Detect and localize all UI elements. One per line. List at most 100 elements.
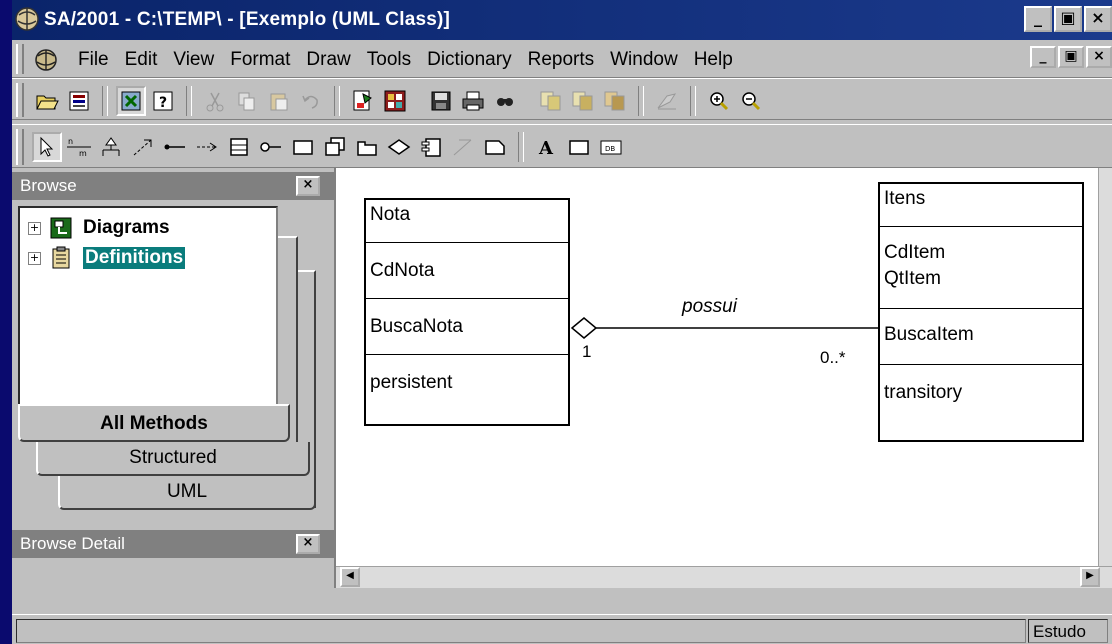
- copy-icon[interactable]: [232, 86, 262, 116]
- multi-object-tool-icon[interactable]: [320, 132, 350, 162]
- tree-label-diagrams: Diagrams: [83, 217, 170, 238]
- cut-icon[interactable]: [200, 86, 230, 116]
- target-multiplicity: 0..*: [820, 348, 846, 367]
- paste-special-icon[interactable]: [600, 86, 630, 116]
- association-name: possui: [682, 296, 737, 317]
- tree-label-definitions: Definitions: [83, 247, 186, 269]
- paste-symbol-icon[interactable]: [568, 86, 598, 116]
- print-icon[interactable]: [458, 86, 488, 116]
- svg-text:DB: DB: [605, 145, 615, 153]
- menu-draw[interactable]: Draw: [298, 49, 358, 71]
- rectangle-tool-icon[interactable]: [564, 132, 594, 162]
- browse-detail-header: Browse Detail ×: [12, 530, 334, 558]
- browse-tree: + Diagrams + Definitions: [18, 206, 278, 432]
- browse-detail-close-button[interactable]: ×: [296, 534, 320, 554]
- generalization-tool-icon[interactable]: [96, 132, 126, 162]
- dependency-tool-icon[interactable]: [128, 132, 158, 162]
- diagram-icon: [50, 217, 72, 239]
- app-logo-icon: [15, 7, 39, 31]
- vertical-scrollbar[interactable]: [1098, 168, 1112, 588]
- expand-definitions-button[interactable]: +: [28, 251, 41, 265]
- menu-window[interactable]: Window: [602, 49, 686, 71]
- tab-structured[interactable]: Structured: [36, 442, 310, 476]
- paste-icon[interactable]: [264, 86, 294, 116]
- status-user: Estudo: [1028, 619, 1108, 643]
- status-bar: Estudo: [12, 614, 1112, 644]
- browse-close-button[interactable]: ×: [296, 176, 320, 196]
- zoom-in-icon[interactable]: [704, 86, 734, 116]
- drawing-toolbar-grip[interactable]: [16, 129, 24, 165]
- title-bar[interactable]: SA/2001 - C:\TEMP\ - [Exemplo (UML Class…: [12, 0, 1112, 40]
- copy-symbol-icon[interactable]: [536, 86, 566, 116]
- save-icon[interactable]: [426, 86, 456, 116]
- source-multiplicity: 1: [582, 342, 592, 361]
- find-icon[interactable]: [490, 86, 520, 116]
- drawing-toolbar: nm A DB: [12, 124, 1112, 168]
- svg-text:m: m: [79, 149, 87, 158]
- application-window: SA/2001 - C:\TEMP\ - [Exemplo (UML Class…: [12, 0, 1112, 644]
- expand-diagrams-button[interactable]: +: [28, 221, 41, 235]
- browse-panel: + Diagrams + Definitions All Methods Str: [12, 200, 334, 520]
- new-diagram-icon[interactable]: [348, 86, 378, 116]
- browse-icon[interactable]: [116, 86, 146, 116]
- help-icon[interactable]: ?: [148, 86, 178, 116]
- browse-detail-panel: [12, 560, 334, 616]
- menu-dictionary[interactable]: Dictionary: [419, 49, 519, 71]
- link-tool-icon[interactable]: [160, 132, 190, 162]
- document-logo-icon: [35, 49, 57, 71]
- browse-panel-title: Browse: [20, 176, 77, 195]
- class-tool-icon[interactable]: [224, 132, 254, 162]
- text-tool-icon[interactable]: A: [532, 132, 562, 162]
- window-title: SA/2001 - C:\TEMP\ - [Exemplo (UML Class…: [44, 9, 451, 30]
- toolbar-grip[interactable]: [16, 83, 24, 117]
- menu-bar: File Edit View Format Draw Tools Dictionary Rep…: [12, 40, 1112, 78]
- undo-icon[interactable]: [296, 86, 326, 116]
- standard-toolbar: ?: [12, 78, 1112, 120]
- menu-file[interactable]: File: [72, 49, 117, 71]
- tab-all-methods[interactable]: All Methods: [18, 404, 290, 442]
- svg-text:A: A: [538, 138, 554, 158]
- close-button[interactable]: ×: [1084, 6, 1112, 32]
- restore-button[interactable]: ▣: [1054, 6, 1082, 32]
- package-tool-icon[interactable]: [352, 132, 382, 162]
- diagram-canvas[interactable]: Nota CdNota BuscaNota persistent Itens C…: [334, 168, 1112, 588]
- note-tool-icon[interactable]: [480, 132, 510, 162]
- database-tool-icon[interactable]: DB: [596, 132, 626, 162]
- decision-tool-icon[interactable]: [384, 132, 414, 162]
- object-tool-icon[interactable]: [288, 132, 318, 162]
- doc-close-button[interactable]: ×: [1086, 46, 1112, 68]
- scroll-right-button[interactable]: ▶: [1080, 567, 1100, 587]
- status-message: [16, 619, 1026, 643]
- tab-uml[interactable]: UML: [58, 476, 316, 510]
- menu-help[interactable]: Help: [686, 49, 741, 71]
- doc-restore-button[interactable]: ▣: [1058, 46, 1084, 68]
- association-tool-icon[interactable]: nm: [64, 132, 94, 162]
- message-tool-icon[interactable]: [192, 132, 222, 162]
- aggregation-diamond-icon: [570, 317, 598, 339]
- association-line[interactable]: [336, 168, 1096, 568]
- open-icon[interactable]: [32, 86, 62, 116]
- menu-view[interactable]: View: [165, 49, 222, 71]
- menu-format[interactable]: Format: [222, 49, 298, 71]
- menubar-grip[interactable]: [16, 44, 24, 74]
- diagram-tools-icon[interactable]: [380, 86, 410, 116]
- menu-reports[interactable]: Reports: [520, 49, 603, 71]
- browse-detail-title: Browse Detail: [20, 534, 125, 553]
- component-tool-icon[interactable]: [416, 132, 446, 162]
- menu-edit[interactable]: Edit: [117, 49, 166, 71]
- svg-text:n: n: [68, 137, 73, 146]
- menu-tools[interactable]: Tools: [359, 49, 419, 71]
- zoom-out-icon[interactable]: [736, 86, 766, 116]
- tree-item-definitions[interactable]: + Definitions: [28, 244, 186, 272]
- transition-tool-icon[interactable]: [448, 132, 478, 162]
- style-icon[interactable]: [652, 86, 682, 116]
- tree-item-diagrams[interactable]: + Diagrams: [28, 214, 170, 242]
- doc-minimize-button[interactable]: _: [1030, 46, 1056, 68]
- minimize-button[interactable]: _: [1024, 6, 1052, 32]
- scroll-left-button[interactable]: ◀: [340, 567, 360, 587]
- svg-text:?: ?: [159, 95, 167, 111]
- properties-icon[interactable]: [64, 86, 94, 116]
- interface-tool-icon[interactable]: [256, 132, 286, 162]
- select-arrow-icon[interactable]: [32, 132, 62, 162]
- horizontal-scrollbar[interactable]: ◀ ▶: [336, 566, 1112, 588]
